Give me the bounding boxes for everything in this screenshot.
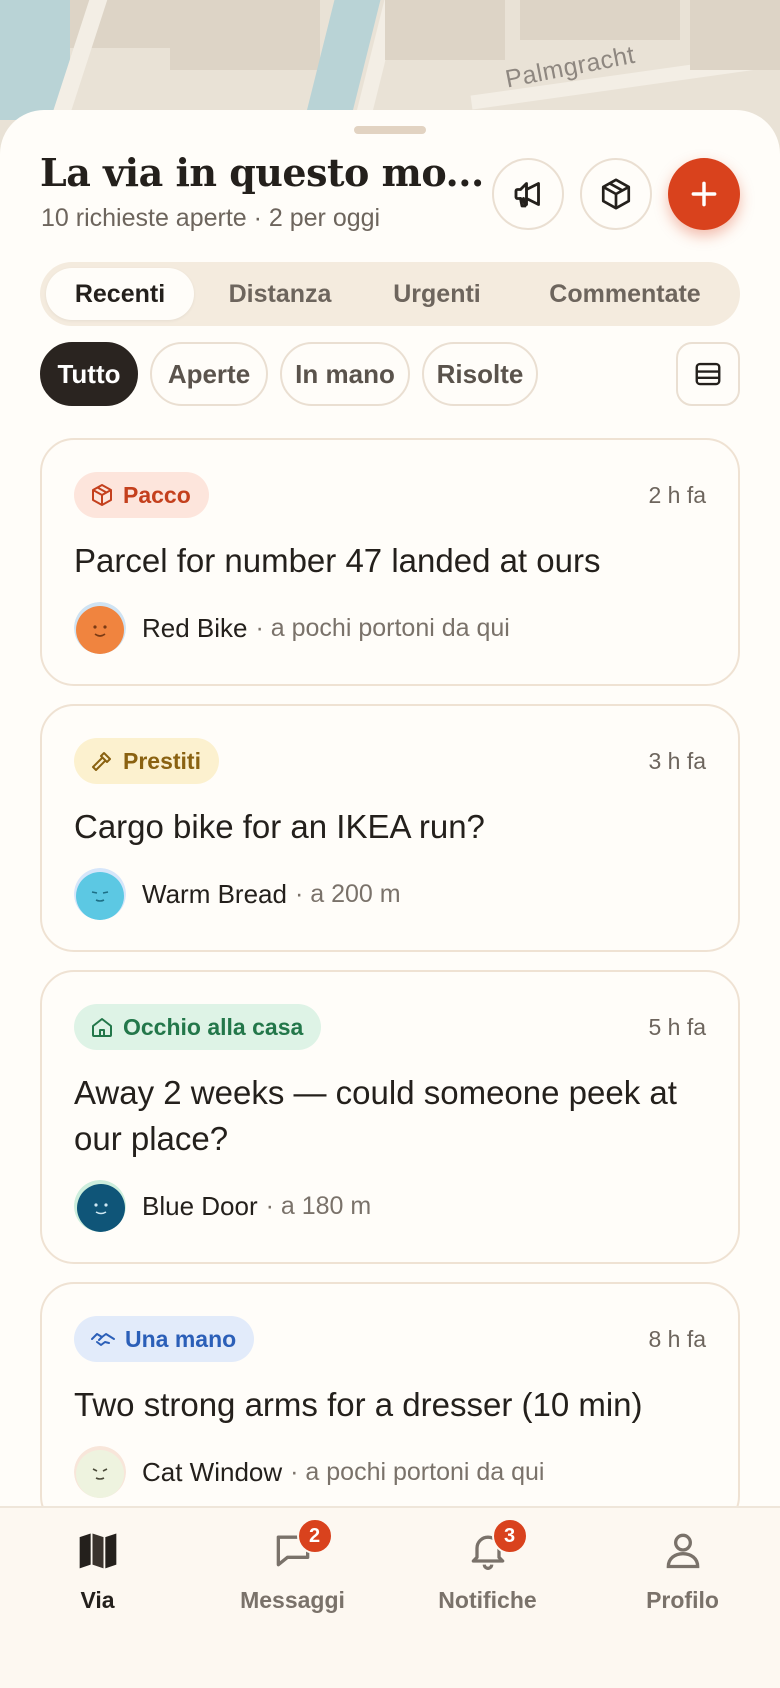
megaphone-icon bbox=[514, 182, 540, 208]
request-author: Warm Bread · a 200 m bbox=[74, 868, 401, 920]
sort-tab-urgenti[interactable]: Urgenti bbox=[362, 268, 512, 320]
hammer-icon bbox=[92, 752, 111, 771]
request-author: Cat Window · a pochi portoni da qui bbox=[74, 1446, 545, 1498]
package-icon bbox=[601, 178, 631, 210]
filter-chip-tutto[interactable]: Tutto bbox=[40, 342, 138, 406]
sort-tab-distanza[interactable]: Distanza bbox=[200, 268, 360, 320]
category-tag-label: Occhio alla casa bbox=[123, 1013, 304, 1040]
posted-time: 3 h fa bbox=[648, 748, 706, 774]
tab-messaggi[interactable]: 2 Messaggi bbox=[195, 1518, 390, 1614]
sort-tab-recenti[interactable]: Recenti bbox=[46, 268, 194, 320]
request-card[interactable]: Pacco 2 h fa Parcel for number 47 landed… bbox=[40, 438, 740, 686]
tab-via[interactable]: Via bbox=[0, 1528, 195, 1614]
user-icon bbox=[666, 1533, 699, 1569]
category-tag: Prestiti bbox=[74, 738, 219, 784]
request-card[interactable]: Prestiti 3 h fa Cargo bike for an IKEA r… bbox=[40, 704, 740, 952]
author-name: Cat Window bbox=[142, 1456, 283, 1487]
announcement-button[interactable] bbox=[492, 158, 564, 230]
bottom-tab-bar: Via 2 Messaggi 3 Notifiche Profilo bbox=[0, 1506, 780, 1688]
sort-tab-commentate[interactable]: Commentate bbox=[516, 268, 734, 320]
tab-label: Profilo bbox=[646, 1587, 719, 1613]
request-title: Parcel for number 47 landed at ours bbox=[74, 542, 601, 579]
author-distance: · a pochi portoni da qui bbox=[255, 613, 510, 642]
request-card[interactable]: Occhio alla casa 5 h fa Away 2 weeks — c… bbox=[40, 970, 740, 1264]
request-author: Blue Door · a 180 m bbox=[74, 1180, 371, 1232]
page-title: La via in questo mo... bbox=[40, 150, 484, 195]
plus-icon bbox=[691, 181, 717, 207]
package-button[interactable] bbox=[580, 158, 652, 230]
tab-label: Notifiche bbox=[438, 1587, 537, 1613]
request-card[interactable]: Una mano 8 h fa Two strong arms for a dr… bbox=[40, 1282, 740, 1530]
request-author: Red Bike · a pochi portoni da qui bbox=[74, 602, 510, 654]
author-name: Warm Bread bbox=[142, 878, 287, 909]
category-tag-label: Prestiti bbox=[123, 747, 201, 774]
request-title: Away 2 weeks — could someone peek at our… bbox=[74, 1074, 677, 1157]
category-tag-label: Una mano bbox=[125, 1325, 237, 1352]
category-tag: Pacco bbox=[74, 472, 209, 518]
filter-chip-risolte[interactable]: Risolte bbox=[422, 342, 538, 406]
author-distance: · a 200 m bbox=[294, 879, 401, 908]
tab-profilo[interactable]: Profilo bbox=[585, 1528, 780, 1614]
category-tag: Occhio alla casa bbox=[74, 1004, 322, 1050]
map-icon bbox=[79, 1533, 116, 1569]
avatar bbox=[74, 1446, 126, 1498]
sort-segmented-control: Recenti Distanza Urgenti Commentate bbox=[40, 262, 740, 326]
request-title: Two strong arms for a dresser (10 min) bbox=[74, 1386, 643, 1423]
author-name: Blue Door bbox=[142, 1190, 258, 1221]
avatar bbox=[74, 1180, 126, 1232]
view-toggle-button[interactable] bbox=[676, 342, 740, 406]
tab-notifiche[interactable]: 3 Notifiche bbox=[390, 1518, 585, 1614]
new-request-button[interactable] bbox=[668, 158, 740, 230]
author-distance: · a pochi portoni da qui bbox=[290, 1457, 545, 1486]
posted-time: 8 h fa bbox=[648, 1326, 706, 1352]
filter-chip-in-mano[interactable]: In mano bbox=[280, 342, 410, 406]
posted-time: 5 h fa bbox=[648, 1014, 706, 1040]
tab-label: Messaggi bbox=[240, 1587, 345, 1613]
page-subtitle: 10 richieste aperte · 2 per oggi bbox=[41, 204, 381, 232]
filter-chip-aperte[interactable]: Aperte bbox=[150, 342, 268, 406]
notification-badge: 3 bbox=[491, 1518, 528, 1554]
unread-badge: 2 bbox=[296, 1518, 333, 1554]
category-tag: Una mano bbox=[74, 1316, 255, 1362]
list-view-icon bbox=[695, 362, 721, 386]
house-icon bbox=[92, 1018, 112, 1037]
category-tag-label: Pacco bbox=[123, 481, 191, 508]
handshake-icon bbox=[91, 1333, 115, 1346]
avatar bbox=[74, 868, 126, 920]
package-icon bbox=[92, 484, 112, 506]
request-title: Cargo bike for an IKEA run? bbox=[74, 808, 485, 845]
avatar bbox=[74, 602, 126, 654]
sheet-drag-handle[interactable] bbox=[354, 126, 426, 134]
posted-time: 2 h fa bbox=[648, 482, 706, 508]
author-distance: · a 180 m bbox=[265, 1191, 372, 1220]
author-name: Red Bike bbox=[142, 612, 248, 643]
tab-label: Via bbox=[80, 1587, 115, 1613]
